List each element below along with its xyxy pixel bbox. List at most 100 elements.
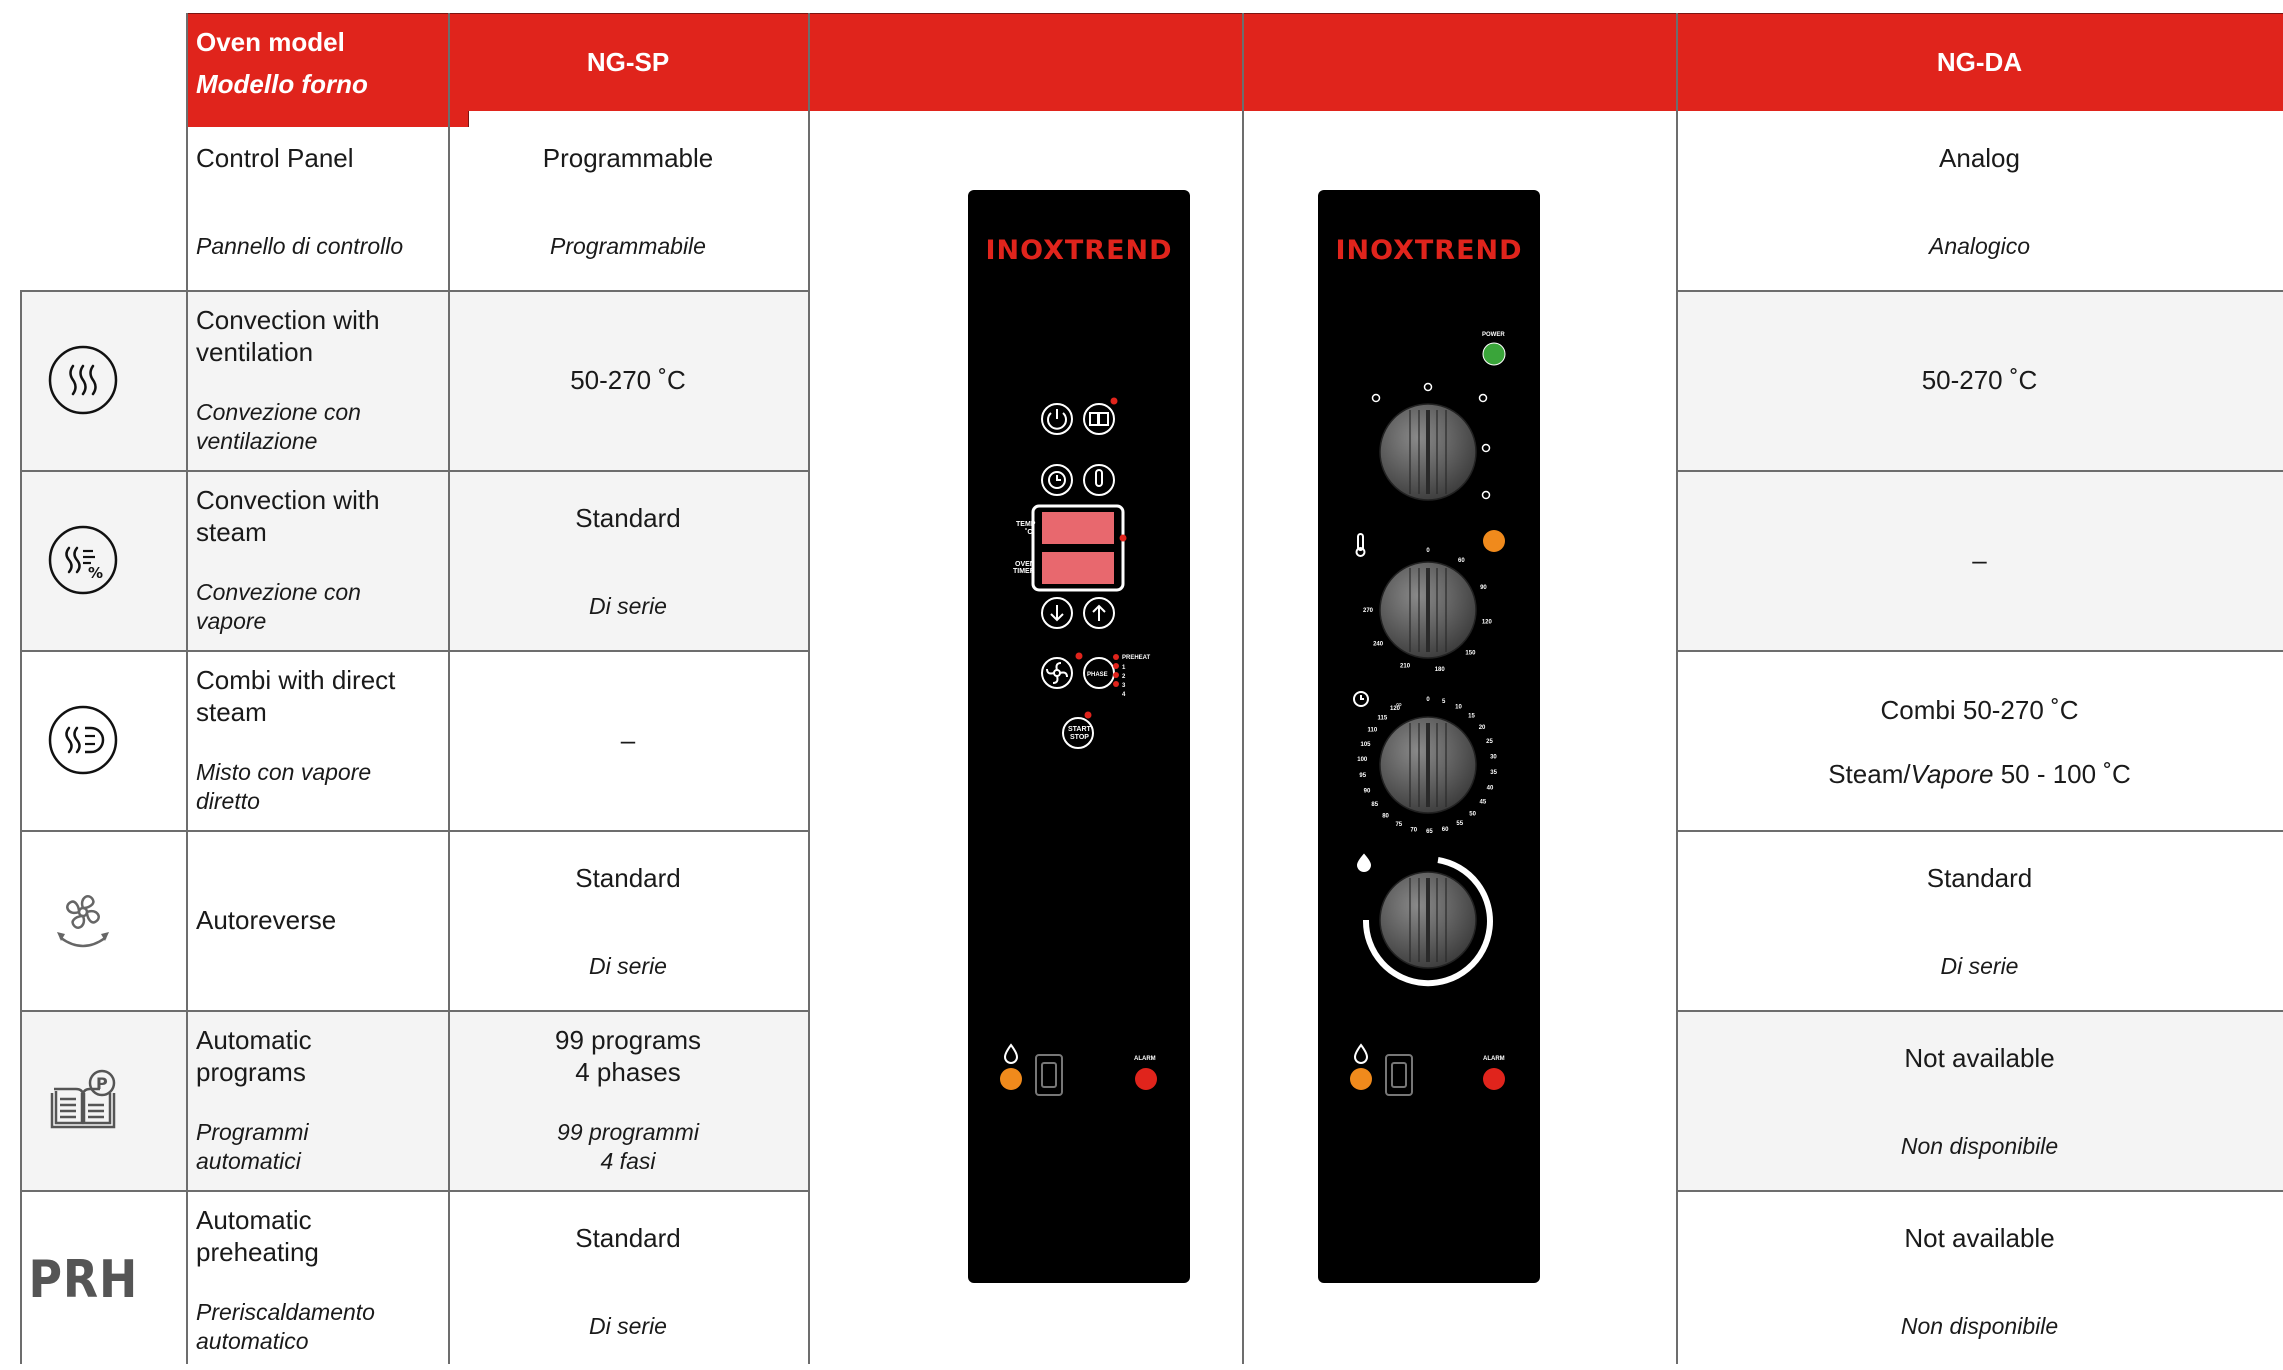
timer-tick-label: 110 — [1367, 728, 1377, 734]
header-panel-sp — [808, 13, 1243, 111]
alarm-label: ALARM — [1483, 1056, 1505, 1062]
row-autoreverse-label: Autoreverse — [186, 830, 448, 1010]
value-2: 4 phases — [575, 1057, 681, 1087]
alarm-led — [1135, 1068, 1157, 1090]
timer-tick-label: 85 — [1371, 802, 1378, 808]
row-preheating-sp: Standard Di serie — [448, 1190, 808, 1364]
row-steam-da: – — [1676, 470, 2283, 650]
header-ng-sp-label: NG-SP — [586, 47, 670, 77]
prh-icon-text: PRH — [28, 1250, 138, 1310]
mode-icon — [1481, 490, 1491, 500]
value: 99 programs — [555, 1025, 701, 1055]
label-en: Autoreverse — [196, 905, 337, 935]
value: 50-270 ˚C — [570, 365, 686, 395]
timer-tick-label: 40 — [1487, 786, 1494, 792]
temp-label: TEMP — [1016, 521, 1036, 528]
phase-mark: 2 — [1122, 674, 1126, 680]
fan-button-icon[interactable] — [1041, 657, 1073, 689]
label-it: Preriscaldamento automatico — [196, 1299, 375, 1354]
timer-tick-label: 65 — [1426, 829, 1433, 835]
power-label: POWER — [1482, 332, 1505, 338]
timer-tick-label: 80 — [1382, 814, 1389, 820]
steam-percent-icon: % — [18, 470, 148, 650]
value: Programmable — [542, 143, 714, 173]
timer-tick-label: 75 — [1395, 822, 1402, 828]
row-programs-sp: 99 programs 4 phases 99 programmi 4 fasi — [448, 1010, 808, 1190]
label-en: Control Panel — [196, 143, 354, 173]
mode-icon — [1478, 393, 1488, 403]
row-combi-da: Combi 50-270 ˚C Steam/Vapore 50 - 100 ˚C — [1676, 650, 2283, 830]
timer-tick-label: 100 — [1357, 757, 1368, 763]
value-it: Di serie — [1940, 953, 2019, 979]
temp-tick-label: 60 — [1458, 558, 1465, 564]
mode-icon — [1371, 393, 1381, 403]
header-ng-da: NG-DA — [1676, 13, 2283, 111]
row-control-panel-label: Control Panel Pannello di controllo — [186, 110, 448, 290]
grid-line — [1242, 13, 1244, 1364]
direct-steam-icon — [18, 650, 148, 830]
oven-label: OVEN — [1015, 561, 1035, 568]
phase-label: PHASE — [1087, 672, 1108, 678]
thermometer-button-icon[interactable] — [1083, 464, 1115, 496]
value: Not available — [1904, 1223, 2055, 1253]
row-steam-sp: Standard Di serie — [448, 470, 808, 650]
panel-da-controls: POWER ALARM 0 60 90 120 150 180 210 240 270 0 5 10 1… — [1350, 332, 1506, 1096]
value: Not available — [1904, 1043, 2055, 1073]
power-off-icon — [1423, 382, 1433, 392]
timer-tick-label: 105 — [1360, 742, 1371, 748]
header-panel-da — [1242, 13, 1677, 111]
timer-infinity-label: ∞ — [1396, 700, 1402, 709]
timer-tick-label: 115 — [1378, 715, 1388, 721]
timer-tick-label: 5 — [1442, 699, 1446, 705]
row-programs-da: Not available Non disponibile — [1676, 1010, 2283, 1190]
label-it: Convezione con vapore — [196, 579, 361, 634]
convection-heat-icon — [18, 290, 148, 470]
timer-tick-label: 0 — [1426, 697, 1430, 703]
steam-led — [1000, 1068, 1022, 1090]
control-panel-ng-sp: INOXTREND TEMP ˚C OVEN TIMER PHASE PREHE… — [968, 190, 1190, 1283]
clock-button-icon[interactable] — [1041, 464, 1073, 496]
phase-mark: 3 — [1122, 683, 1126, 689]
value: Combi 50-270 ˚C — [1880, 695, 2079, 725]
row-control-panel-sp: Programmable Programmabile — [448, 110, 808, 290]
timer-tick-label: 10 — [1455, 704, 1462, 710]
steam-range: 50 - 100 ˚C — [1993, 759, 2131, 789]
down-arrow-button-icon[interactable] — [1041, 597, 1073, 629]
timer-tick-label: 95 — [1359, 773, 1366, 779]
row-preheating-label: Automatic preheating Preriscaldamento au… — [186, 1190, 448, 1364]
fan-reverse-icon — [18, 830, 148, 1010]
program-book-icon: P — [18, 1010, 148, 1190]
up-arrow-button-icon[interactable] — [1083, 597, 1115, 629]
timer-tick-label: 35 — [1490, 770, 1497, 776]
temp-tick-label: 210 — [1400, 663, 1411, 669]
row-ventilation-label: Convection with ventilation Convezione c… — [186, 290, 448, 470]
row-control-panel-da: Analog Analogico — [1676, 110, 2283, 290]
value-steam: Steam/Vapore 50 - 100 ˚C — [1676, 758, 2283, 790]
temp-tick-label: 180 — [1435, 667, 1446, 673]
value: 50-270 ˚C — [1921, 365, 2038, 395]
header-ng-da-label: NG-DA — [1936, 47, 2023, 77]
temp-tick-label: 90 — [1480, 585, 1487, 591]
value-it: Analogico — [1928, 233, 2031, 259]
door-switch-icon — [1385, 1054, 1413, 1096]
temp-tick-label: 150 — [1465, 650, 1476, 656]
row-steam-label: Convection with steam Convezione con vap… — [186, 470, 448, 650]
value: Analog — [1939, 143, 2020, 173]
label-it: Programmi automatici — [196, 1119, 309, 1174]
phase-mark: 4 — [1122, 692, 1126, 698]
value-it: Di serie — [589, 593, 667, 619]
row-preheating-da: Not available Non disponibile — [1676, 1190, 2283, 1364]
value: – — [1972, 545, 1987, 575]
recipe-book-button-icon[interactable] — [1083, 403, 1115, 435]
temp-tick-label: 270 — [1363, 608, 1374, 614]
row-combi-sp: – — [448, 650, 808, 830]
prh-icon: PRH — [18, 1190, 148, 1370]
value-it-2: 4 fasi — [600, 1148, 656, 1174]
start-stop-button-icon[interactable] — [1062, 717, 1094, 749]
row-autoreverse-sp: Standard Di serie — [448, 830, 808, 1010]
timer-tick-label: 15 — [1468, 713, 1475, 719]
value: – — [620, 725, 636, 755]
power-button-icon[interactable] — [1041, 403, 1073, 435]
header-ng-sp: NG-SP — [448, 13, 809, 111]
label-en: Combi with direct steam — [196, 665, 396, 727]
